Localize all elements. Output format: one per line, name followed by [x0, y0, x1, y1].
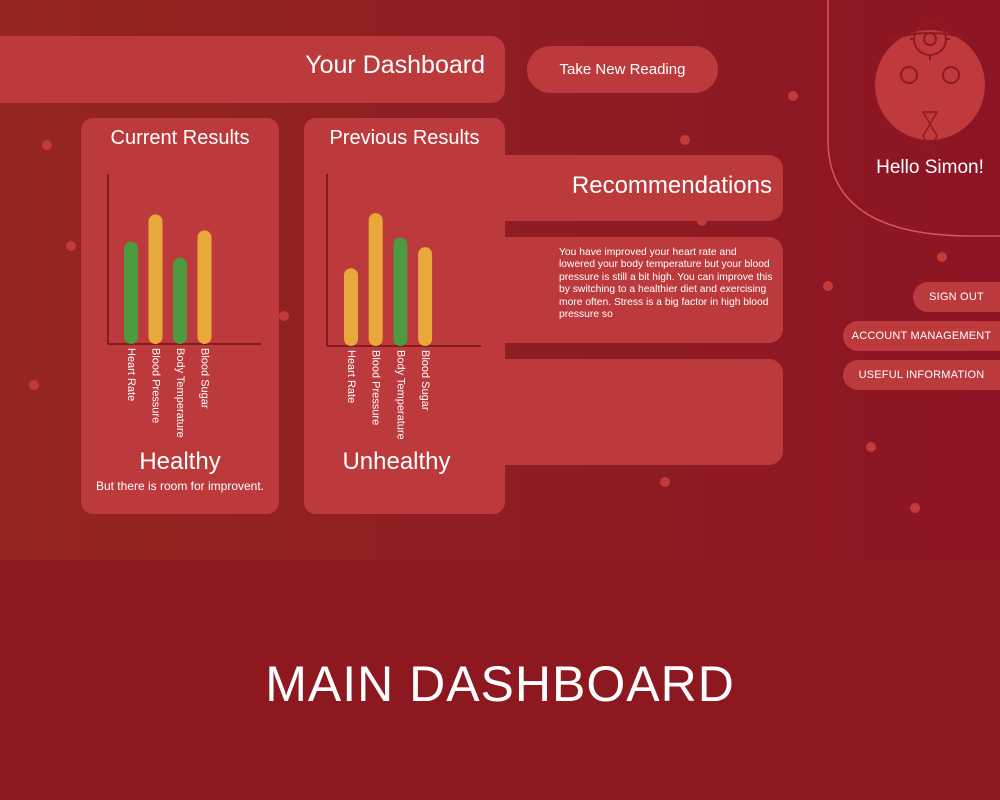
chart-bar	[124, 241, 138, 344]
decor-dot	[29, 380, 39, 390]
x-tick-label: Body Temperature	[174, 348, 186, 438]
useful-information-button[interactable]: USEFUL INFORMATION	[843, 360, 1000, 390]
take-new-reading-button[interactable]: Take New Reading	[527, 46, 718, 93]
recommendations-header: Recommendations	[503, 155, 783, 221]
chart-bar	[368, 213, 383, 346]
decor-dot	[279, 311, 289, 321]
decor-dot	[866, 442, 876, 452]
current-results-card: Current Results Heart Rate Blood Pressure…	[81, 118, 279, 514]
page-title: Your Dashboard	[305, 51, 485, 79]
x-tick-label: Blood Pressure	[370, 350, 382, 425]
decor-dot	[937, 252, 947, 262]
profile-panel	[827, 0, 1000, 237]
decor-dot	[42, 140, 52, 150]
recommendations-title: Recommendations	[571, 172, 772, 199]
sign-out-button[interactable]: SIGN OUT	[913, 282, 1000, 312]
chart-bar	[148, 214, 163, 344]
decor-dot	[788, 91, 798, 101]
decor-dot	[823, 281, 833, 291]
x-tick-label: Heart Rate	[125, 348, 137, 401]
decor-dot	[680, 135, 690, 145]
chart-bar	[344, 268, 358, 346]
chart-bar	[393, 237, 408, 346]
chart-bar	[418, 247, 433, 346]
decor-dot	[660, 477, 670, 487]
x-tick-label: Blood Pressure	[150, 348, 162, 423]
decor-dot	[66, 241, 76, 251]
current-results-chart: Heart Rate Blood Pressure Body Temperature…	[107, 174, 261, 438]
previous-results-chart: Heart Rate Blood Pressure Body Temperature…	[326, 174, 481, 440]
chart-bar	[173, 257, 187, 344]
previous-results-card: Previous Results Heart Rate Blood Pressur…	[304, 118, 505, 514]
doctor-avatar-icon	[875, 18, 985, 150]
recommendations-panel: You have improved your heart rate and lo…	[503, 237, 783, 343]
recommendations-extra-panel	[503, 359, 783, 465]
recommendations-text: You have improved your heart rate and lo…	[559, 247, 773, 321]
x-tick-label: Heart Rate	[345, 350, 357, 403]
x-tick-label: Blood Sugar	[419, 350, 431, 411]
dashboard-app: Your Dashboard Take New Reading Current …	[0, 0, 1000, 560]
current-status-note: But there is room for improvent.	[95, 479, 265, 493]
dashboard-title-bar: Your Dashboard	[0, 36, 505, 103]
x-tick-label: Blood Sugar	[199, 348, 211, 409]
greeting: Hello Simon!	[876, 157, 984, 178]
current-status: Healthy	[139, 448, 221, 475]
x-tick-label: Body Temperature	[394, 350, 406, 440]
account-management-button[interactable]: ACCOUNT MANAGEMENT	[843, 321, 1000, 351]
footer-title: MAIN DASHBOARD	[265, 656, 735, 712]
decor-dot	[910, 503, 920, 513]
chart-bar	[197, 230, 212, 344]
previous-status: Unhealthy	[342, 448, 451, 475]
